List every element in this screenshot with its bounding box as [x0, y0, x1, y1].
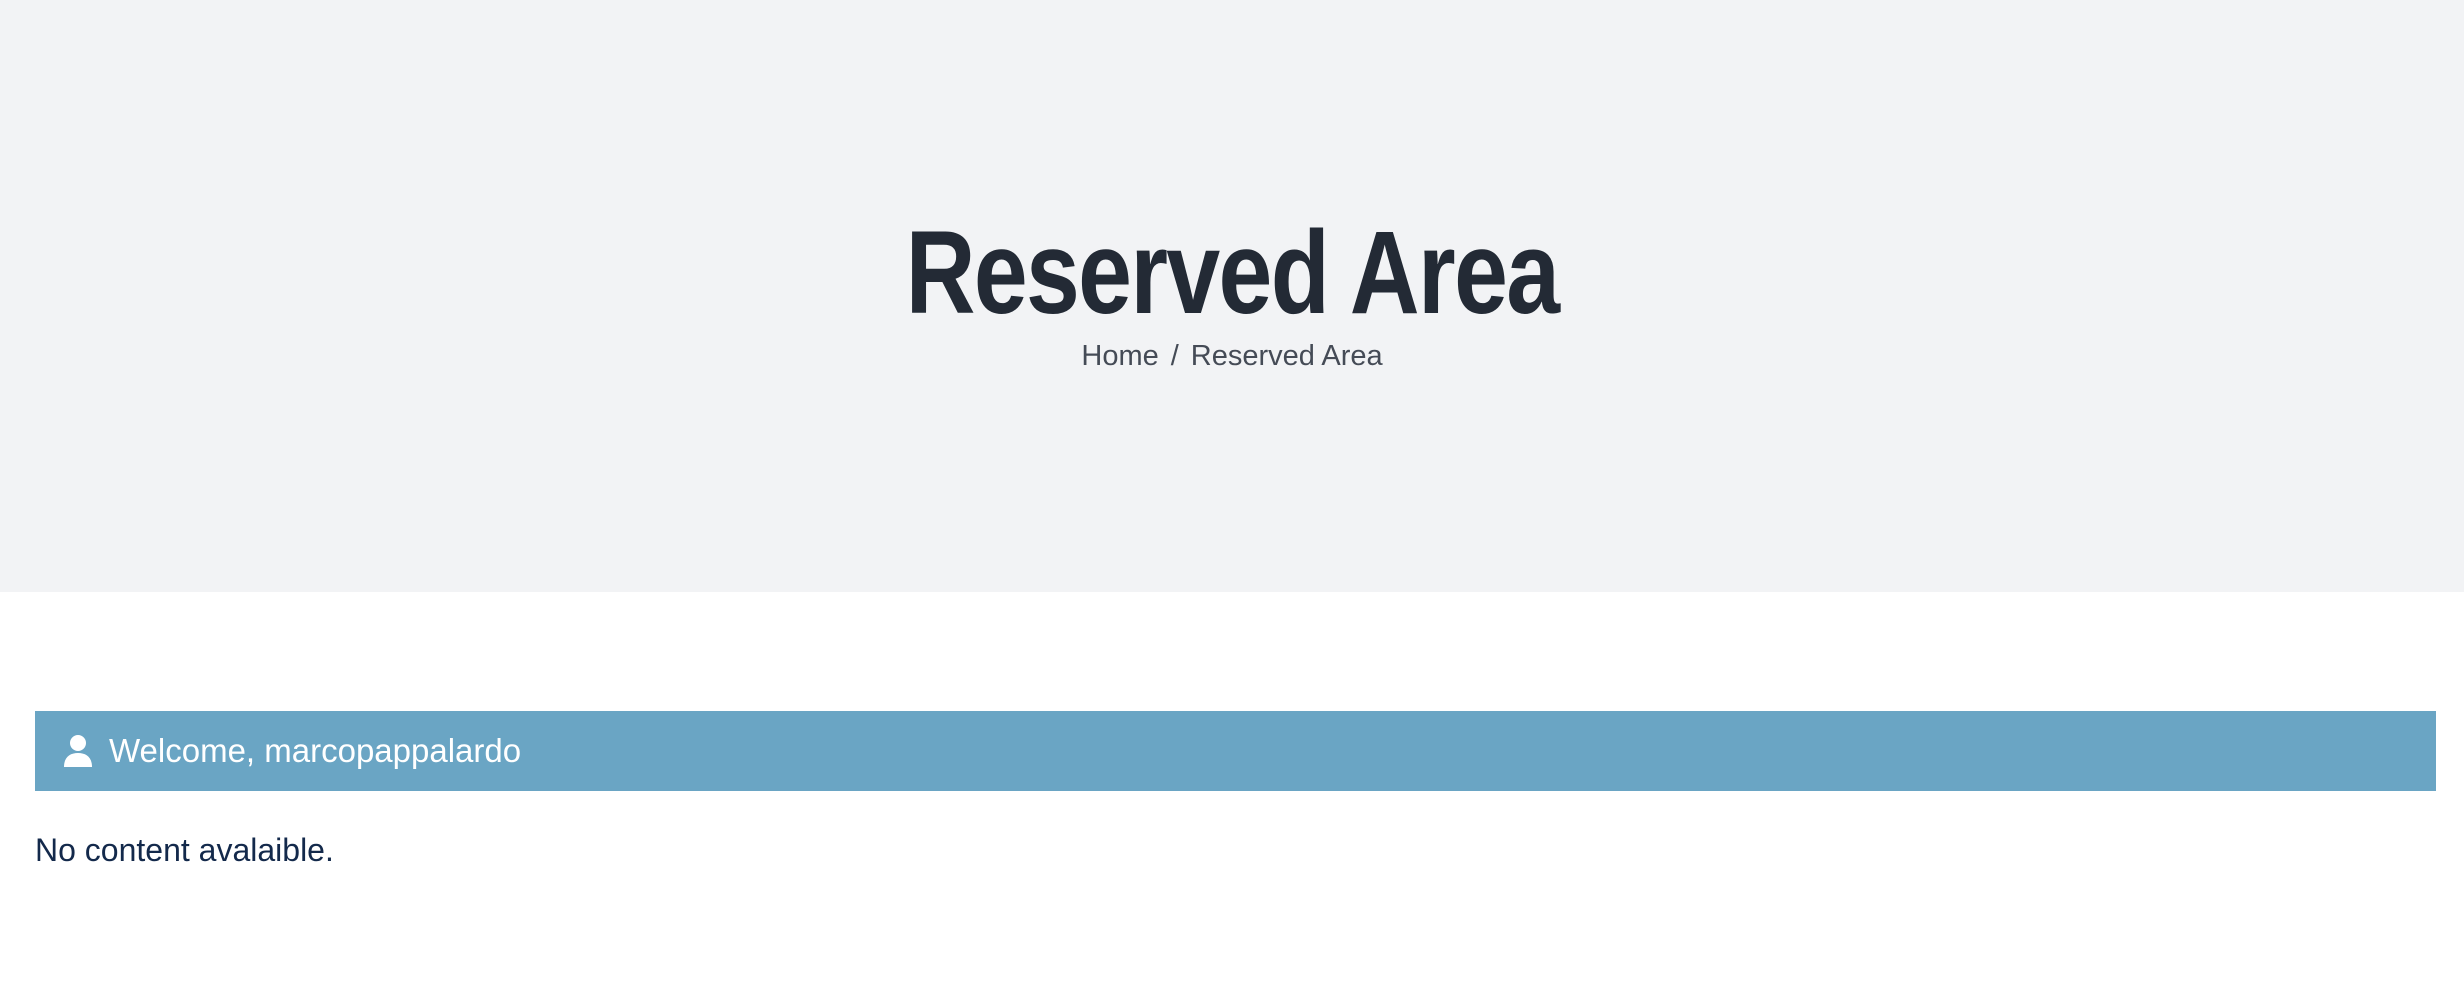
no-content-message: No content avalaible.	[35, 832, 334, 868]
breadcrumb-current: Reserved Area	[1190, 340, 1383, 372]
welcome-bar: Welcome, marcopappalardo	[35, 711, 2436, 791]
breadcrumb: Home / Reserved Area	[0, 336, 2464, 376]
breadcrumb-separator: /	[1170, 340, 1179, 372]
user-icon	[63, 734, 93, 768]
page-title: Reserved Area	[905, 207, 1560, 339]
page-header-hero: Reserved Area Home / Reserved Area	[0, 0, 2464, 592]
breadcrumb-home-link[interactable]: Home	[1081, 336, 1158, 376]
welcome-message: Welcome, marcopappalardo	[109, 732, 522, 769]
